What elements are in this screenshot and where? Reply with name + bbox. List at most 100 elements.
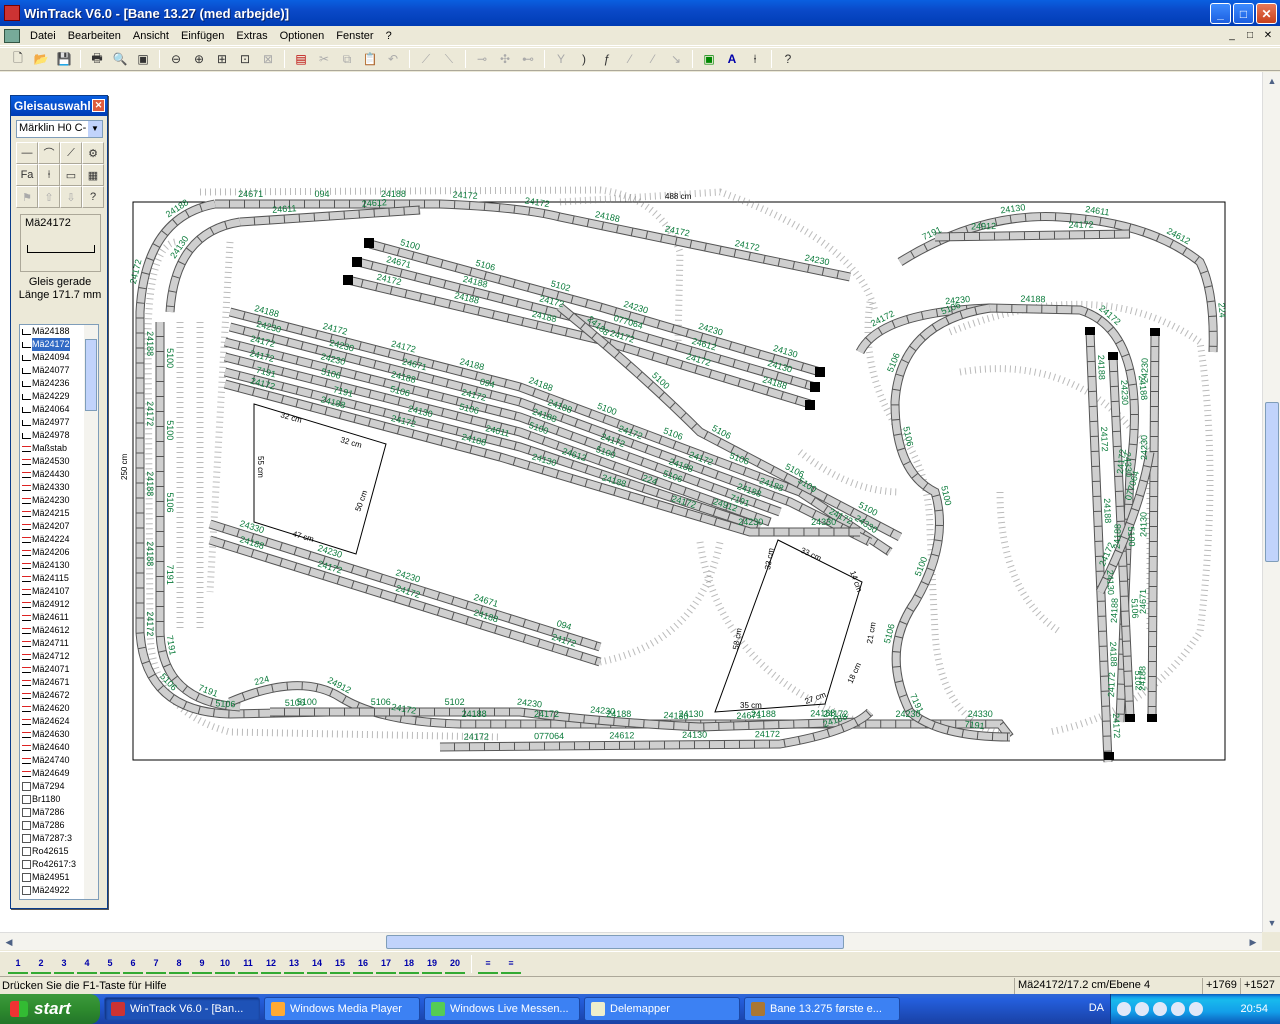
connect-icon[interactable]: ⟋: [416, 49, 436, 69]
print-preview-icon[interactable]: 🔍: [110, 49, 130, 69]
doc-minimize-button[interactable]: _: [1224, 28, 1240, 42]
layer-button[interactable]: 14: [307, 954, 327, 974]
building-tool-icon[interactable]: ▭: [60, 164, 82, 186]
close-button[interactable]: ✕: [1256, 3, 1277, 24]
curved-track-icon[interactable]: ⌒: [38, 142, 60, 164]
scroll-left-icon[interactable]: ◀: [2, 935, 16, 949]
zoom-selection-icon[interactable]: ⊠: [258, 49, 278, 69]
layer-button[interactable]: 10: [215, 954, 235, 974]
open-folder-icon[interactable]: 📂: [31, 49, 51, 69]
menu-fenster[interactable]: Fenster: [330, 30, 379, 42]
move-up-icon[interactable]: ⇧: [38, 186, 60, 208]
scroll-down-icon[interactable]: ▼: [1265, 916, 1279, 930]
parts-list-icon[interactable]: ▤: [291, 49, 311, 69]
start-button[interactable]: start: [0, 994, 100, 1024]
all-layers-icon[interactable]: ≡: [478, 954, 498, 974]
flex-right-icon[interactable]: ⁄: [643, 49, 663, 69]
straight-track-icon[interactable]: —: [16, 142, 38, 164]
undo-icon[interactable]: ↶: [383, 49, 403, 69]
layer-button[interactable]: 20: [445, 954, 465, 974]
paste-icon[interactable]: 📋: [360, 49, 380, 69]
switch-icon[interactable]: Y: [551, 49, 571, 69]
palette-titlebar[interactable]: Gleisauswahl ✕: [11, 96, 107, 116]
layer-button[interactable]: 11: [238, 954, 258, 974]
save-icon[interactable]: 💾: [54, 49, 74, 69]
layout-canvas[interactable]: 488 cm 250 cm 55 cm 32 cm 32 cm 50 cm 47…: [0, 72, 1262, 932]
layer-button[interactable]: 7: [146, 954, 166, 974]
layer-button[interactable]: 13: [284, 954, 304, 974]
curve-icon[interactable]: ): [574, 49, 594, 69]
context-help-icon[interactable]: ?: [778, 49, 798, 69]
track-list-scroll-thumb[interactable]: [85, 339, 97, 411]
task-shared-folders[interactable]: Delemapper: [584, 997, 740, 1021]
flex-track-icon[interactable]: ƒ: [597, 49, 617, 69]
signal-tool-icon[interactable]: ⍿: [38, 164, 60, 186]
image-export-icon[interactable]: ▣: [133, 49, 153, 69]
task-media-player[interactable]: Windows Media Player: [264, 997, 420, 1021]
layer-button[interactable]: 16: [353, 954, 373, 974]
track-list-scrollbar[interactable]: [84, 325, 98, 899]
signal-icon[interactable]: ⍿: [745, 49, 765, 69]
switch-track-icon[interactable]: ⟋: [60, 142, 82, 164]
tray-messenger-icon[interactable]: [1153, 1002, 1167, 1016]
menu-extras[interactable]: Extras: [230, 30, 273, 42]
landscape-icon[interactable]: ▣: [699, 49, 719, 69]
menu-bearbeiten[interactable]: Bearbeiten: [62, 30, 127, 42]
turntable-icon[interactable]: ⚙: [82, 142, 104, 164]
tray-expand-icon[interactable]: [1117, 1002, 1131, 1016]
layer-button[interactable]: 15: [330, 954, 350, 974]
zoom-in-icon[interactable]: ⊕: [189, 49, 209, 69]
zoom-window-icon[interactable]: ⊞: [212, 49, 232, 69]
filter-icon[interactable]: ⚑: [16, 186, 38, 208]
layer-button[interactable]: 9: [192, 954, 212, 974]
menu-ansicht[interactable]: Ansicht: [127, 30, 175, 42]
clock[interactable]: 20:54: [1240, 1003, 1268, 1015]
track-list[interactable]: Mä24188 Mä24172 Mä24094 Mä24077 Mä24236 Mä242…: [19, 324, 99, 900]
flex-left-icon[interactable]: ⁄: [620, 49, 640, 69]
new-file-icon[interactable]: 🗋: [8, 49, 28, 69]
track-system-select[interactable]: Märklin H0 C- ▼: [16, 120, 103, 138]
disconnect-icon[interactable]: ⟍: [439, 49, 459, 69]
layer-button[interactable]: 2: [31, 954, 51, 974]
vertical-scroll-thumb[interactable]: [1265, 402, 1279, 562]
document-icon[interactable]: [4, 28, 20, 43]
print-icon[interactable]: 🖶: [87, 49, 107, 69]
track-palette[interactable]: Gleisauswahl ✕ Märklin H0 C- ▼ — ⌒ ⟋ ⚙ F…: [10, 95, 108, 909]
cut-icon[interactable]: ✂: [314, 49, 334, 69]
layer-button[interactable]: 12: [261, 954, 281, 974]
layer-button[interactable]: 4: [77, 954, 97, 974]
move-down-icon[interactable]: ⇩: [60, 186, 82, 208]
tray-network-icon[interactable]: [1135, 1002, 1149, 1016]
horizontal-scrollbar[interactable]: ◀ ▶: [0, 932, 1262, 950]
text-icon[interactable]: A: [722, 49, 742, 69]
layer-button[interactable]: 17: [376, 954, 396, 974]
maximize-button[interactable]: □: [1233, 3, 1254, 24]
palette-close-icon[interactable]: ✕: [92, 99, 105, 112]
menu-help[interactable]: ?: [380, 30, 398, 42]
doc-restore-button[interactable]: □: [1242, 28, 1258, 42]
zoom-all-icon[interactable]: ⊡: [235, 49, 255, 69]
layer-button[interactable]: 3: [54, 954, 74, 974]
menu-optionen[interactable]: Optionen: [274, 30, 331, 42]
scroll-up-icon[interactable]: ▲: [1265, 74, 1279, 88]
minimize-button[interactable]: _: [1210, 3, 1231, 24]
menu-datei[interactable]: Datei: [24, 30, 62, 42]
layer-button[interactable]: 5: [100, 954, 120, 974]
layer-button[interactable]: 6: [123, 954, 143, 974]
layer-button[interactable]: 19: [422, 954, 442, 974]
align-track-icon[interactable]: ⊷: [518, 49, 538, 69]
track-plan-drawing[interactable]: 488 cm 250 cm 55 cm 32 cm 32 cm 50 cm 47…: [0, 72, 1262, 932]
language-indicator[interactable]: DA: [1089, 1002, 1104, 1014]
accessory-tool-icon[interactable]: ▦: [82, 164, 104, 186]
doc-close-button[interactable]: ✕: [1260, 28, 1276, 42]
menu-einfuegen[interactable]: Einfügen: [175, 30, 230, 42]
layer-button[interactable]: 1: [8, 954, 28, 974]
vertical-scrollbar[interactable]: ▲ ▼: [1262, 72, 1280, 932]
help-icon[interactable]: ?: [82, 186, 104, 208]
horizontal-scroll-thumb[interactable]: [386, 935, 844, 949]
scroll-right-icon[interactable]: ▶: [1246, 935, 1260, 949]
layer-settings-icon[interactable]: ≡: [501, 954, 521, 974]
zoom-out-icon[interactable]: ⊖: [166, 49, 186, 69]
layer-button[interactable]: 8: [169, 954, 189, 974]
text-tool-icon[interactable]: Fa: [16, 164, 38, 186]
